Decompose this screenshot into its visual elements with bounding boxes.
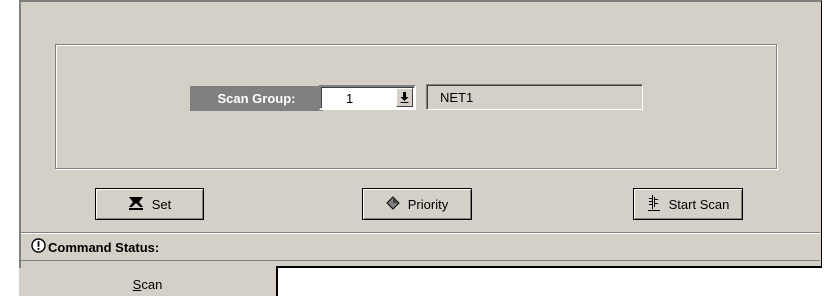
dropdown-arrow-icon[interactable] bbox=[396, 88, 413, 107]
tab-scan[interactable]: Scan bbox=[19, 268, 276, 296]
tab-scan-label: Scan bbox=[132, 276, 163, 292]
scan-group-label: Scan Group: bbox=[190, 86, 323, 111]
scan-icon bbox=[647, 194, 661, 215]
start-scan-button-label: Start Scan bbox=[668, 196, 730, 212]
scan-group-dropdown[interactable]: 1 bbox=[319, 85, 416, 110]
scan-group-value: 1 bbox=[346, 91, 354, 106]
priority-button-label: Priority bbox=[407, 196, 449, 212]
diamond-icon bbox=[386, 195, 400, 213]
network-name-field: NET1 bbox=[426, 84, 643, 110]
priority-button[interactable]: Priority bbox=[362, 188, 472, 220]
set-icon bbox=[128, 196, 144, 213]
start-scan-button[interactable]: Start Scan bbox=[633, 188, 743, 220]
status-divider bbox=[21, 232, 820, 233]
set-button-label: Set bbox=[151, 196, 172, 212]
command-status-label: Command Status: bbox=[48, 239, 160, 255]
tab-content-area bbox=[276, 266, 822, 296]
set-button[interactable]: Set bbox=[95, 188, 204, 220]
scan-group-box bbox=[55, 44, 777, 169]
status-bottom-divider bbox=[21, 260, 820, 261]
scan-panel: Scan Group: 1 NET1 Set Priority Start Sc… bbox=[19, 0, 822, 268]
exclamation-icon bbox=[31, 238, 46, 256]
command-status-bar: Command Status: bbox=[21, 237, 159, 257]
